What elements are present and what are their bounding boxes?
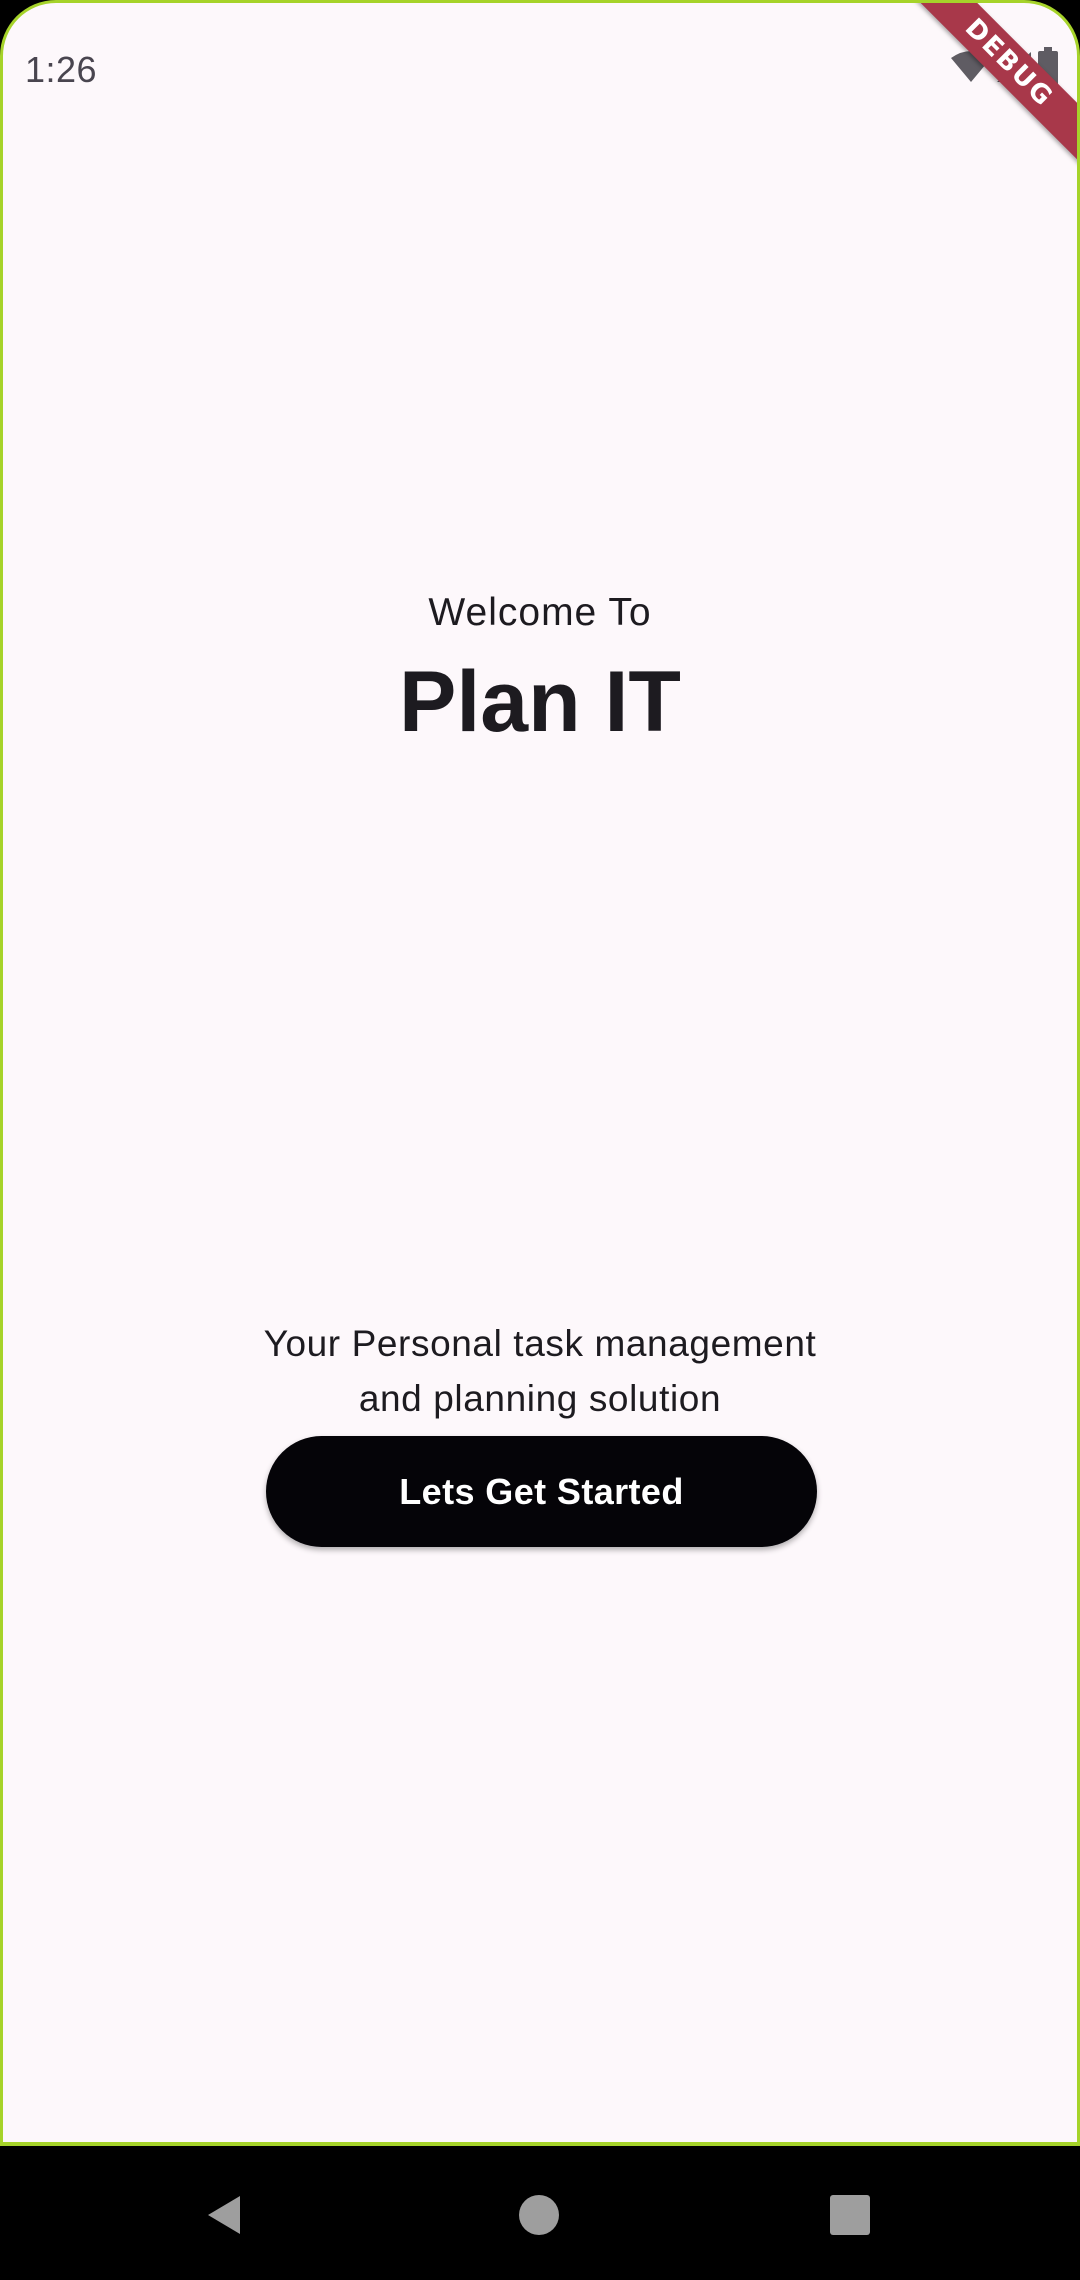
welcome-subtitle: Welcome To	[428, 591, 652, 634]
back-icon[interactable]	[190, 2180, 260, 2250]
app-screen: 1:26 DEBUG Welcome To Plan IT Your Perso…	[0, 0, 1080, 2146]
battery-icon	[1037, 46, 1059, 92]
status-icons	[951, 46, 1059, 92]
status-time: 1:26	[25, 49, 98, 90]
app-title: Plan IT	[399, 654, 681, 750]
wifi-icon	[951, 50, 991, 89]
tagline: Your Personal task management and planni…	[3, 1316, 1077, 1426]
debug-banner: DEBUG	[877, 3, 1077, 203]
tagline-line-2: and planning solution	[358, 1378, 722, 1419]
tagline-line-1: Your Personal task management	[263, 1323, 817, 1364]
cellular-signal-icon	[995, 50, 1033, 89]
recents-icon[interactable]	[815, 2180, 885, 2250]
get-started-button[interactable]: Lets Get Started	[266, 1436, 817, 1547]
home-icon[interactable]	[504, 2180, 574, 2250]
device-frame: 1:26 DEBUG Welcome To Plan IT Your Perso…	[0, 0, 1080, 2280]
